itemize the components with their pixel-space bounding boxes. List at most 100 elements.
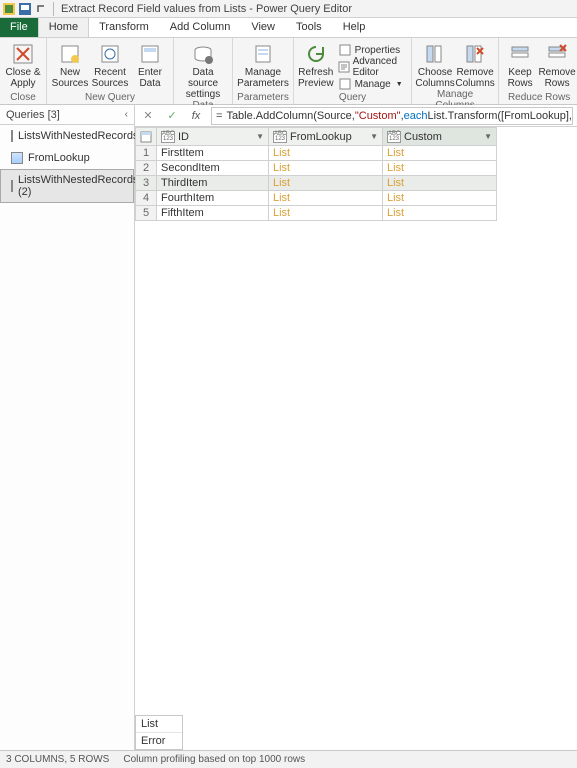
tab-tools[interactable]: Tools xyxy=(286,18,333,37)
queries-header[interactable]: Queries [3] ‹ xyxy=(0,105,134,125)
manage-icon xyxy=(338,77,352,91)
body: Queries [3] ‹ ListsWithNestedRecords From… xyxy=(0,105,577,750)
table-row[interactable]: 5FifthItemListList xyxy=(136,206,497,221)
remove-columns-icon xyxy=(463,42,487,66)
formula-input[interactable]: = Table.AddColumn(Source, "Custom" , eac… xyxy=(211,107,573,125)
data-source-settings-icon xyxy=(191,42,215,66)
refresh-preview-button[interactable]: Refresh Preview xyxy=(298,40,334,89)
cell-fromlookup[interactable]: List xyxy=(269,191,383,206)
ribbon: Close & Apply Close New Sources Recent S… xyxy=(0,38,577,105)
preview-row[interactable]: List xyxy=(136,716,182,733)
table-row[interactable]: 2SecondItemListList xyxy=(136,161,497,176)
filter-dropdown-icon[interactable]: ▼ xyxy=(256,132,264,141)
table-row[interactable]: 4FourthItemListList xyxy=(136,191,497,206)
table-icon xyxy=(11,130,13,142)
group-manage-columns: Choose Columns Remove Columns Manage Col… xyxy=(412,38,499,104)
keep-rows-icon xyxy=(508,42,532,66)
fx-icon[interactable]: fx xyxy=(187,107,205,125)
cell-custom[interactable]: List xyxy=(383,191,497,206)
table-row[interactable]: 3ThirdItemListList xyxy=(136,176,497,191)
row-number[interactable]: 5 xyxy=(136,206,157,221)
undo-icon[interactable] xyxy=(34,2,48,16)
query-item[interactable]: FromLookup xyxy=(0,147,134,169)
cell-custom[interactable]: List xyxy=(383,176,497,191)
advanced-editor-button[interactable]: Advanced Editor xyxy=(336,59,408,75)
query-item[interactable]: ListsWithNestedRecords xyxy=(0,125,134,147)
cell-id[interactable]: FirstItem xyxy=(157,146,269,161)
query-item-label: FromLookup xyxy=(28,152,90,164)
manage-parameters-button[interactable]: Manage Parameters xyxy=(237,40,289,89)
tab-transform[interactable]: Transform xyxy=(89,18,160,37)
type-icon: ABC 123 xyxy=(387,131,401,143)
manage-query-button[interactable]: Manage▼ xyxy=(336,76,408,92)
query-item-label: ListsWithNestedRecords xyxy=(18,130,138,142)
cell-id[interactable]: ThirdItem xyxy=(157,176,269,191)
row-number[interactable]: 4 xyxy=(136,191,157,206)
choose-columns-icon xyxy=(423,42,447,66)
type-icon: ABC 123 xyxy=(273,131,287,143)
cell-id[interactable]: FourthItem xyxy=(157,191,269,206)
filter-dropdown-icon[interactable]: ▼ xyxy=(484,132,492,141)
cell-id[interactable]: SecondItem xyxy=(157,161,269,176)
recent-sources-icon xyxy=(98,42,122,66)
preview-row[interactable]: Error xyxy=(136,733,182,749)
table-row[interactable]: 1FirstItemListList xyxy=(136,146,497,161)
row-number[interactable]: 2 xyxy=(136,161,157,176)
title-divider xyxy=(53,2,54,16)
ribbon-tabs: File Home Transform Add Column View Tool… xyxy=(0,18,577,38)
formula-cancel-icon[interactable]: ✕ xyxy=(139,107,157,125)
recent-sources-button[interactable]: Recent Sources xyxy=(91,40,129,89)
data-source-settings-button[interactable]: Data source settings xyxy=(178,40,228,100)
collapse-icon[interactable]: ‹ xyxy=(125,109,128,120)
keep-rows-button[interactable]: Keep Rows xyxy=(503,40,537,89)
cell-fromlookup[interactable]: List xyxy=(269,176,383,191)
close-apply-button[interactable]: Close & Apply xyxy=(4,40,42,89)
formula-commit-icon[interactable]: ✓ xyxy=(163,107,181,125)
status-profiling: Column profiling based on top 1000 rows xyxy=(123,754,305,765)
tab-help[interactable]: Help xyxy=(333,18,377,37)
app-icon xyxy=(2,2,16,16)
cell-custom[interactable]: List xyxy=(383,146,497,161)
table-corner[interactable] xyxy=(136,128,157,146)
remove-columns-button[interactable]: Remove Columns xyxy=(456,40,494,89)
col-header-id[interactable]: ABC 123ID▼ xyxy=(157,128,269,146)
cell-fromlookup[interactable]: List xyxy=(269,206,383,221)
tab-home[interactable]: Home xyxy=(38,18,89,37)
group-close: Close & Apply Close xyxy=(0,38,47,104)
filter-dropdown-icon[interactable]: ▼ xyxy=(370,132,378,141)
group-data-sources: Data source settings Data Sources xyxy=(174,38,233,104)
new-sources-button[interactable]: New Sources xyxy=(51,40,89,89)
data-grid: ABC 123ID▼ ABC 123FromLookup▼ ABC 123Cus… xyxy=(135,127,577,750)
cell-fromlookup[interactable]: List xyxy=(269,146,383,161)
window-title: Extract Record Field values from Lists -… xyxy=(61,3,352,15)
col-header-fromlookup[interactable]: ABC 123FromLookup▼ xyxy=(269,128,383,146)
group-new-query: New Sources Recent Sources Enter Data Ne… xyxy=(47,38,174,104)
save-icon[interactable] xyxy=(18,2,32,16)
choose-columns-button[interactable]: Choose Columns xyxy=(416,40,454,89)
cell-id[interactable]: FifthItem xyxy=(157,206,269,221)
enter-data-button[interactable]: Enter Data xyxy=(131,40,169,89)
cell-custom[interactable]: List xyxy=(383,206,497,221)
cell-fromlookup[interactable]: List xyxy=(269,161,383,176)
row-number[interactable]: 1 xyxy=(136,146,157,161)
query-item[interactable]: ListsWithNestedRecords (2) xyxy=(0,169,134,203)
tab-add-column[interactable]: Add Column xyxy=(160,18,242,37)
col-header-custom[interactable]: ABC 123Custom▼ xyxy=(383,128,497,146)
tab-file[interactable]: File xyxy=(0,18,38,37)
row-number[interactable]: 3 xyxy=(136,176,157,191)
remove-rows-button[interactable]: Remove Rows xyxy=(539,40,575,89)
status-bar: 3 COLUMNS, 5 ROWS Column profiling based… xyxy=(0,750,577,768)
cell-custom[interactable]: List xyxy=(383,161,497,176)
main-area: ✕ ✓ fx = Table.AddColumn(Source, "Custom… xyxy=(135,105,577,750)
refresh-icon xyxy=(304,42,328,66)
properties-icon xyxy=(338,43,352,57)
group-reduce-rows: Keep Rows Remove Rows Reduce Rows xyxy=(499,38,577,104)
manage-parameters-icon xyxy=(251,42,275,66)
cell-preview: List Error xyxy=(135,715,183,750)
formula-bar: ✕ ✓ fx = Table.AddColumn(Source, "Custom… xyxy=(135,105,577,127)
advanced-editor-icon xyxy=(338,60,350,74)
tab-view[interactable]: View xyxy=(241,18,286,37)
group-parameters: Manage Parameters Parameters xyxy=(233,38,294,104)
new-sources-icon xyxy=(58,42,82,66)
remove-rows-icon xyxy=(545,42,569,66)
